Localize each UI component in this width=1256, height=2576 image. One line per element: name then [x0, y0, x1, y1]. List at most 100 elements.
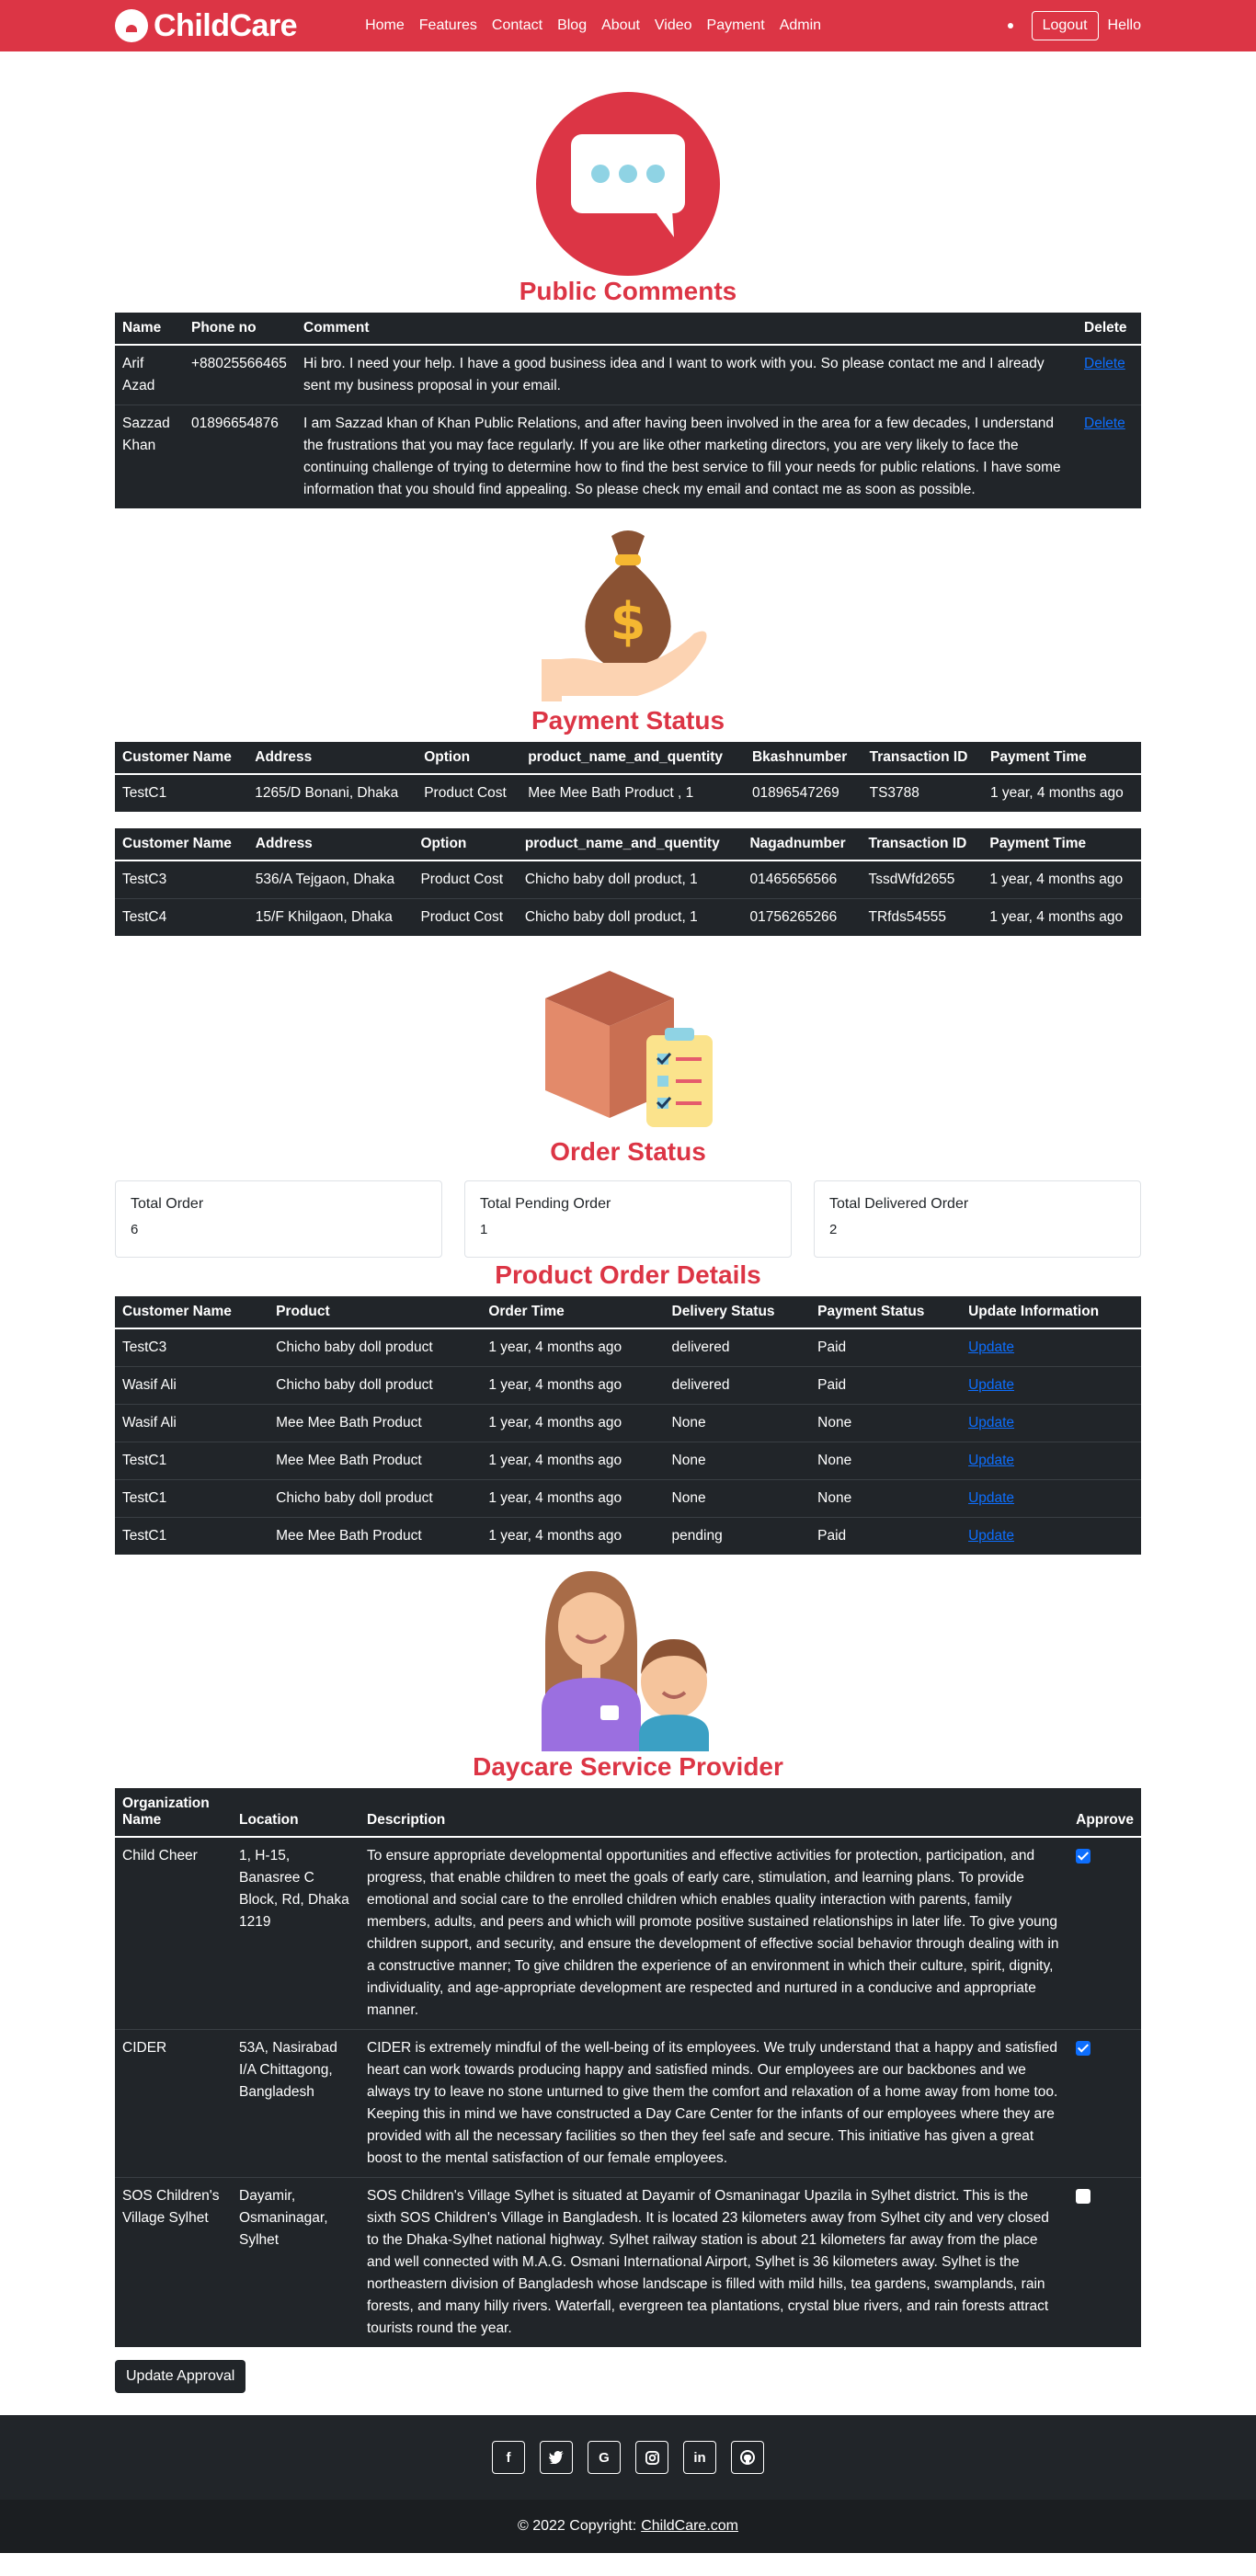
footer-social: f G in [0, 2415, 1256, 2500]
approve-checkbox[interactable] [1076, 2189, 1091, 2204]
table-cell: Wasif Ali [115, 1404, 269, 1442]
col-transaction: Transaction ID [861, 828, 983, 861]
order-summary-cards: Total Order 6 Total Pending Order 1 Tota… [115, 1180, 1141, 1258]
update-link[interactable]: Update [968, 1377, 1014, 1393]
table-cell: Chicho baby doll product [268, 1328, 482, 1367]
table-cell: TestC3 [115, 861, 248, 899]
copyright-link[interactable]: ChildCare.com [641, 2518, 738, 2535]
money-bag-hand-icon: $ [115, 525, 1141, 705]
comment-text: Hi bro. I need your help. I have a good … [296, 345, 1077, 405]
table-row: TestC1 Mee Mee Bath Product 1 year, 4 mo… [115, 1518, 1141, 1556]
col-delete: Delete [1077, 313, 1141, 346]
twitter-icon[interactable] [540, 2441, 573, 2474]
table-cell: 01896547269 [751, 785, 839, 801]
google-icon[interactable]: G [588, 2441, 621, 2474]
provider-name: SOS Children's Village Sylhet [122, 2188, 220, 2226]
order-details-table: Customer Name Product Order Time Deliver… [115, 1296, 1141, 1555]
table-cell: Chicho baby doll product, 1 [517, 861, 743, 899]
col-customer: Customer Name [115, 1296, 269, 1329]
nav-home[interactable]: Home [358, 17, 412, 34]
nav-contact[interactable]: Contact [485, 17, 550, 34]
nav-blog[interactable]: Blog [550, 17, 594, 34]
nav-right: Logout Hello [1007, 11, 1141, 40]
table-cell: Paid [810, 1366, 962, 1405]
comment-name: Arif Azad [115, 345, 184, 405]
status-dot-icon [1007, 23, 1013, 28]
brand[interactable]: ChildCare [115, 8, 298, 44]
facebook-icon[interactable]: f [492, 2441, 525, 2474]
table-cell: TS3788 [869, 785, 919, 801]
provider-location: Dayamir, Osmaninagar, Sylhet [239, 2188, 328, 2248]
comment-phone: +88025566465 [184, 345, 296, 405]
payment-title: Payment Status [531, 706, 725, 735]
table-row: SOS Children's Village Sylhet Dayamir, O… [115, 2178, 1141, 2348]
table-row: TestC3 Chicho baby doll product 1 year, … [115, 1328, 1141, 1367]
table-row: Arif Azad +88025566465 Hi bro. I need yo… [115, 345, 1141, 405]
table-cell: 536/A Tejgaon, Dhaka [247, 861, 414, 899]
card-value: 1 [480, 1222, 488, 1237]
approve-checkbox[interactable] [1076, 1849, 1091, 1864]
table-row: TestC1 Chicho baby doll product 1 year, … [115, 1479, 1141, 1518]
table-cell: 15/F Khilgaon, Dhaka [255, 909, 393, 925]
update-link[interactable]: Update [968, 1490, 1014, 1506]
update-approval-button[interactable]: Update Approval [115, 2360, 246, 2393]
col-address: Address [247, 828, 414, 861]
col-organization: Organization Name [115, 1788, 232, 1838]
table-cell: Chicho baby doll product [268, 1479, 482, 1518]
delete-link[interactable]: Delete [1084, 416, 1125, 431]
col-order-time: Order Time [481, 1296, 665, 1329]
col-phone: Phone no [184, 313, 296, 346]
table-cell: TRfds54555 [868, 909, 946, 925]
update-link[interactable]: Update [968, 1453, 1014, 1468]
col-customer: Customer Name [115, 742, 248, 775]
nagad-payments-table: Customer Name Address Option product_nam… [115, 828, 1141, 936]
approve-checkbox[interactable] [1076, 2041, 1091, 2056]
provider-name: Child Cheer [115, 1837, 232, 2030]
col-customer: Customer Name [115, 828, 248, 861]
table-row: TestC1 1265/D Bonani, Dhaka Product Cost… [115, 774, 1141, 812]
col-location: Location [232, 1788, 360, 1838]
nav-video[interactable]: Video [647, 17, 700, 34]
update-link[interactable]: Update [968, 1415, 1014, 1430]
col-option: Option [413, 828, 518, 861]
update-link[interactable]: Update [968, 1339, 1014, 1355]
col-payment-time: Payment Time [982, 742, 1141, 775]
col-nagad-number: Nagadnumber [742, 828, 862, 861]
table-cell: Product Cost [420, 909, 504, 925]
table-row: Child Cheer 1, H-15, Banasree C Block, R… [115, 1837, 1141, 2030]
table-cell: TestC1 [122, 785, 167, 801]
comments-table: Name Phone no Comment Delete Arif Azad +… [115, 313, 1141, 508]
table-row: TestC1 Mee Mee Bath Product 1 year, 4 mo… [115, 1442, 1141, 1480]
col-description: Description [360, 1788, 1069, 1838]
table-cell: 1 year, 4 months ago [488, 1528, 622, 1544]
card-value: 6 [131, 1222, 139, 1237]
table-cell: TestC4 [122, 909, 167, 925]
table-cell: Paid [810, 1328, 962, 1367]
providers-title: Daycare Service Provider [473, 1752, 783, 1781]
table-cell: None [810, 1404, 962, 1442]
table-cell: Wasif Ali [115, 1366, 269, 1405]
table-cell: TestC1 [115, 1479, 269, 1518]
nav-payment[interactable]: Payment [700, 17, 772, 34]
provider-location: 53A, Nasirabad I/A Chittagong, Banglades… [232, 2029, 360, 2178]
card-label: Total Order [131, 1196, 204, 1212]
brand-logo-icon [115, 9, 148, 42]
provider-description: SOS Children's Village Sylhet is situate… [367, 2188, 1049, 2336]
col-delivery-status: Delivery Status [664, 1296, 811, 1329]
card-label: Total Delivered Order [829, 1196, 969, 1212]
linkedin-icon[interactable]: in [683, 2441, 716, 2474]
col-product: product_name_and_quentity [520, 742, 745, 775]
bkash-payments-table: Customer Name Address Option product_nam… [115, 742, 1141, 812]
table-cell: 01756265266 [749, 909, 838, 925]
github-icon[interactable] [731, 2441, 764, 2474]
col-payment-time: Payment Time [982, 828, 1141, 861]
logout-button[interactable]: Logout [1031, 11, 1099, 40]
delete-link[interactable]: Delete [1084, 356, 1125, 371]
nav-about[interactable]: About [594, 17, 647, 34]
nav-features[interactable]: Features [412, 17, 485, 34]
nav-admin[interactable]: Admin [772, 17, 828, 34]
instagram-icon[interactable] [635, 2441, 668, 2474]
col-transaction: Transaction ID [862, 742, 983, 775]
order-details-title: Product Order Details [495, 1260, 761, 1289]
update-link[interactable]: Update [968, 1528, 1014, 1544]
